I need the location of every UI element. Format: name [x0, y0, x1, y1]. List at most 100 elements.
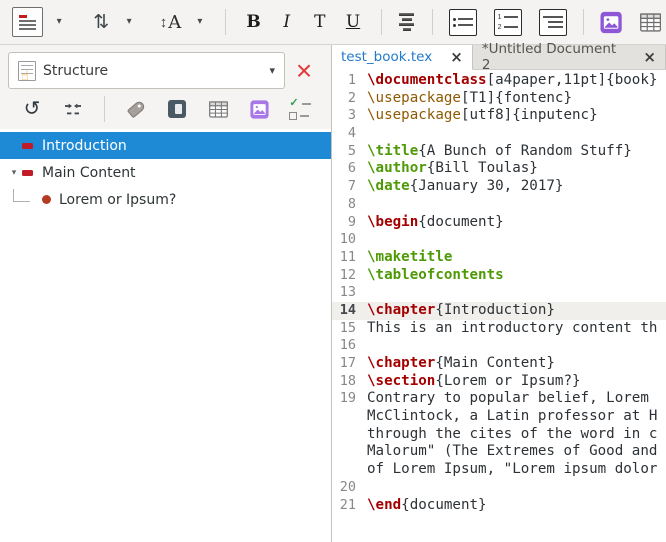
close-panel-button[interactable]: ×	[285, 55, 323, 87]
tree-item-label: Main Content	[42, 165, 136, 181]
code-line[interactable]: through the cites of the word in c	[332, 426, 666, 444]
show-todos-button[interactable]: ✓	[289, 98, 311, 120]
sectioning-button[interactable]	[12, 7, 43, 37]
tree-item-introduction[interactable]: Introduction	[0, 132, 331, 159]
line-number: 14	[332, 302, 356, 320]
font-size-button[interactable]: ↕A	[157, 7, 184, 37]
references-button[interactable]: ⇅	[89, 7, 113, 37]
line-text: \author{Bill Toulas}	[367, 160, 538, 178]
close-icon[interactable]: ×	[450, 50, 463, 65]
code-line[interactable]: Malorum" (The Extremes of Good and	[332, 443, 666, 461]
code-line[interactable]: 1\documentclass[a4paper,11pt]{book}	[332, 72, 666, 90]
code-line[interactable]: 8	[332, 196, 666, 214]
panel-selector[interactable]: ☝ Structure ▾	[8, 52, 285, 89]
code-line[interactable]: 10	[332, 231, 666, 249]
code-line[interactable]: 17 \chapter{Main Content}	[332, 355, 666, 373]
show-tables-button[interactable]	[207, 98, 229, 120]
tree-item-main-content[interactable]: ▾ Main Content	[0, 159, 331, 186]
itemize-list-button[interactable]	[446, 7, 480, 37]
code-lines: 1\documentclass[a4paper,11pt]{book}2\use…	[332, 72, 666, 514]
tree-item-label: Lorem or Ipsum?	[59, 192, 176, 208]
close-icon[interactable]: ×	[643, 50, 656, 65]
line-text: Contrary to popular belief, Lorem	[367, 390, 657, 408]
sectioning-dropdown[interactable]: ▾	[47, 7, 71, 37]
included-file-icon	[168, 100, 186, 118]
line-text: McClintock, a Latin professor at H	[367, 408, 657, 426]
code-line[interactable]: 5\title{A Bunch of Random Stuff}	[332, 143, 666, 161]
line-text: \tableofcontents	[367, 267, 504, 285]
tree-branch-line	[13, 189, 30, 202]
code-line[interactable]: 18\section{Lorem or Ipsum?}	[332, 373, 666, 391]
show-figures-button[interactable]	[248, 98, 270, 120]
line-text: This is an introductory content th	[367, 320, 657, 338]
refresh-button[interactable]: ↺	[21, 98, 43, 120]
tab-untitled-document-2[interactable]: *Untitled Document 2 ×	[473, 45, 666, 69]
code-line[interactable]: McClintock, a Latin professor at H	[332, 408, 666, 426]
code-line[interactable]: 19Contrary to popular belief, Lorem	[332, 390, 666, 408]
bulleted-list-icon	[449, 9, 477, 36]
image-icon	[250, 100, 269, 119]
show-includes-button[interactable]	[166, 98, 188, 120]
toolbar-separator	[104, 96, 105, 122]
code-line[interactable]: of Lorem Ipsum, "Lorem ipsum dolor	[332, 461, 666, 479]
line-text: \maketitle	[367, 249, 452, 267]
code-line[interactable]: 4	[332, 125, 666, 143]
chapter-marker-icon	[22, 143, 33, 149]
main-toolbar: ▾ ⇅ ▾ ↕A ▾ B I T U	[0, 0, 666, 45]
numbered-list-icon: 1 2	[494, 9, 522, 36]
line-text: of Lorem Ipsum, "Lorem ipsum dolor	[367, 461, 657, 479]
tab-test-book[interactable]: test_book.tex ×	[332, 45, 473, 70]
image-icon	[600, 11, 622, 34]
editor-pane: test_book.tex × *Untitled Document 2 × 1…	[331, 45, 666, 542]
line-number: 17	[332, 355, 356, 373]
insert-table-button[interactable]	[637, 7, 664, 37]
collapse-all-button[interactable]	[62, 98, 84, 120]
code-line[interactable]: 6\author{Bill Toulas}	[332, 160, 666, 178]
line-number: 8	[332, 196, 356, 214]
letter-a-icon: A	[168, 12, 181, 33]
line-text: \chapter{Main Content}	[367, 355, 555, 373]
underline-button[interactable]: U	[338, 7, 367, 37]
toolbar-separator	[583, 9, 584, 35]
insert-figure-button[interactable]	[597, 7, 625, 37]
show-labels-button[interactable]	[125, 98, 147, 120]
code-line[interactable]: 2\usepackage[T1]{fontenc}	[332, 90, 666, 108]
line-text: \end{document}	[367, 497, 487, 515]
code-line[interactable]: 14\chapter{Introduction}	[332, 302, 666, 320]
line-text: Malorum" (The Extremes of Good and	[367, 443, 657, 461]
collapse-all-icon	[64, 101, 82, 117]
code-line[interactable]: 20	[332, 479, 666, 497]
enumerate-list-button[interactable]: 1 2	[491, 7, 525, 37]
code-line[interactable]: 21 \end{document}	[332, 497, 666, 515]
code-line[interactable]: 11\maketitle	[332, 249, 666, 267]
line-number: 16	[332, 337, 356, 355]
tree-item-lorem-or-ipsum[interactable]: Lorem or Ipsum?	[0, 186, 331, 213]
expander-icon[interactable]: ▾	[6, 168, 22, 178]
code-line[interactable]: 15This is an introductory content th	[332, 320, 666, 338]
line-number	[332, 443, 356, 461]
bold-button[interactable]: B	[239, 7, 268, 37]
italic-button[interactable]: I	[272, 7, 301, 37]
code-line[interactable]: 12\tableofcontents	[332, 267, 666, 285]
code-line[interactable]: 13	[332, 284, 666, 302]
resize-arrow-icon: ↕	[160, 15, 168, 30]
line-number: 1	[332, 72, 356, 90]
code-line[interactable]: 9\begin{document}	[332, 214, 666, 232]
center-align-button[interactable]	[395, 7, 419, 37]
typewriter-button[interactable]: T	[305, 7, 334, 37]
arrows-up-down-icon: ⇅	[93, 13, 109, 32]
line-number: 21	[332, 497, 356, 515]
line-text: \section{Lorem or Ipsum?}	[367, 373, 581, 391]
description-list-button[interactable]	[536, 7, 570, 37]
code-area[interactable]: 1\documentclass[a4paper,11pt]{book}2\use…	[332, 70, 666, 542]
line-number: 7	[332, 178, 356, 196]
tree-item-label: Introduction	[42, 138, 127, 154]
line-number: 3	[332, 107, 356, 125]
references-dropdown[interactable]: ▾	[117, 7, 141, 37]
code-line[interactable]: 3\usepackage[utf8]{inputenc}	[332, 107, 666, 125]
table-icon	[640, 13, 661, 32]
code-line[interactable]: 16	[332, 337, 666, 355]
code-line[interactable]: 7\date{January 30, 2017}	[332, 178, 666, 196]
chevron-down-icon: ▾	[269, 65, 275, 76]
font-size-dropdown[interactable]: ▾	[188, 7, 212, 37]
